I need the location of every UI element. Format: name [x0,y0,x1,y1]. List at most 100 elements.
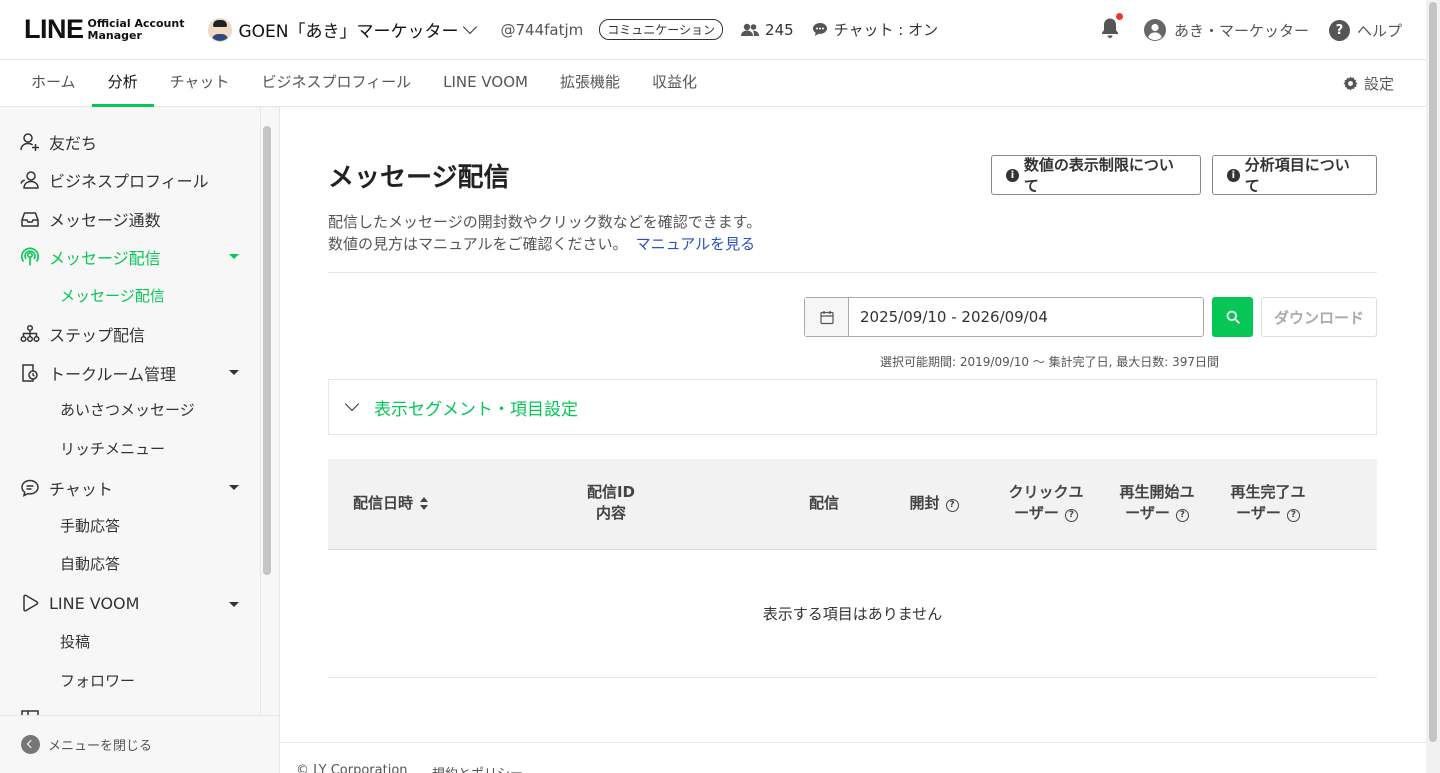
info-icon: i [1227,168,1240,182]
sidebar-item-label: チャット [49,480,113,499]
sidebar-item-label: 友だち [49,134,98,153]
column-header-delivery: 配信 [808,494,839,512]
gear-icon [1343,75,1358,91]
info-icon: i [1006,168,1019,182]
caret-down-icon[interactable] [229,602,239,607]
sidebar-subitem-auto-reply[interactable]: 自動応答 [60,553,120,574]
page-title: メッセージ配信 [328,163,510,193]
room-icon [20,363,40,383]
caret-down-icon[interactable] [229,254,239,259]
display-limit-info-button[interactable]: i 数値の表示制限について [991,155,1201,195]
nav-tab-monetization[interactable]: 収益化 [636,60,713,106]
description-line-1: 配信したメッセージの開封数やクリック数などを確認できます。 [328,213,762,231]
nav-tab-extensions[interactable]: 拡張機能 [544,60,636,106]
account-type-badge: コミュニケーション [599,19,724,40]
sidebar-item-chat[interactable]: チャット [20,476,113,500]
caret-down-icon[interactable] [229,370,239,375]
column-click-label-1: クリックユ [1008,483,1084,501]
sidebar-subitem-message-delivery[interactable]: メッセージ配信 [60,285,165,306]
segment-settings-toggle[interactable]: 表示セグメント・項目設定 [328,379,1377,435]
download-button[interactable]: ダウンロード [1261,297,1377,337]
friends-count-value: 245 [765,20,794,39]
settings-label: 設定 [1363,74,1394,93]
column-play-start-label-1: 再生開始ユ [1119,483,1195,501]
sidebar-divider [260,107,261,715]
display-limit-label: 数値の表示制限について [1023,156,1174,195]
sidebar-subitem-manual-reply[interactable]: 手動応答 [60,515,120,536]
section-divider [328,272,1377,273]
close-menu-label: メニューを閉じる [48,739,153,754]
help-question-icon[interactable]: ? [945,499,959,512]
sidebar-item-business-profile[interactable]: ビジネスプロフィール [20,168,209,192]
empty-table-message: 表示する項目はありません [328,550,1377,678]
help-question-icon[interactable]: ? [1175,509,1189,522]
main-content: メッセージ配信 i 数値の表示制限について i 分析項目について 配信したメッセ… [280,107,1426,773]
sidebar-subitem-greeting[interactable]: あいさつメッセージ [60,399,195,420]
calendar-icon[interactable] [805,298,849,336]
sidebar-item-line-voom[interactable]: LINE VOOM [20,593,139,613]
inbox-icon [20,209,40,229]
help-question-icon[interactable]: ? [1286,509,1300,522]
sidebar-item-label: ステップ配信 [49,326,146,345]
page-scrollbar-thumb[interactable] [1429,2,1437,742]
nav-tab-business-profile[interactable]: ビジネスプロフィール [245,60,427,106]
account-id: @744fatjm [500,20,584,39]
date-range-picker[interactable]: 2025/09/10 - 2026/09/04 [804,297,1204,337]
sidebar-item-talk-room[interactable]: トークルーム管理 [20,361,176,385]
sidebar-item-label: メッセージ配信 [49,249,161,268]
column-open-label: 開封 [909,494,940,512]
settings-link[interactable]: 設定 [1343,60,1394,106]
column-header-id: 配信ID 内容 [561,482,661,524]
account-switcher[interactable]: GOEN「あき」マーケッター [208,17,477,42]
sort-icon[interactable] [420,497,429,510]
user-menu[interactable]: あき・マーケッター [1143,19,1309,41]
sidebar-item-step-delivery[interactable]: ステップ配信 [20,322,145,346]
sidebar-item-label: トークルーム管理 [49,365,177,384]
column-header-date[interactable]: 配信日時 [353,493,429,514]
nav-tab-home[interactable]: ホーム [15,60,92,106]
sidebar-item-message-count[interactable]: メッセージ通数 [20,207,161,231]
caret-down-icon[interactable] [229,485,239,490]
nav-tab-chat[interactable]: チャット [154,60,246,106]
analysis-items-info-button[interactable]: i 分析項目について [1212,155,1377,195]
column-play-end-label-2: ーザー [1236,504,1281,522]
help-question-icon[interactable]: ? [1064,509,1078,522]
top-header: LINE Official Account Manager GOEN「あき」マーケ… [0,0,1426,60]
account-avatar [208,17,233,42]
close-menu-button[interactable]: メニューを閉じる [0,715,279,773]
search-button[interactable] [1212,297,1253,337]
notification-bell[interactable] [1100,13,1123,43]
chat-status: チャット : オン [812,19,938,40]
manual-link[interactable]: マニュアルを見る [636,235,756,253]
description-line-2: 数値の見方はマニュアルをご確認ください。 [328,235,628,253]
column-id-label-1: 配信ID [586,483,636,501]
hierarchy-icon [20,324,40,344]
notification-dot [1115,13,1123,20]
nav-tab-analytics[interactable]: 分析 [91,60,154,107]
sidebar-scrollbar[interactable] [263,126,271,575]
column-play-start-label-2: ーザー [1125,504,1170,522]
sidebar-subitem-follower[interactable]: フォロワー [60,670,135,691]
chevron-down-icon [462,19,477,34]
chevron-down-icon [344,396,360,412]
sidebar-item-message-delivery[interactable]: メッセージ配信 [20,245,161,269]
sidebar-item-label: ビジネスプロフィール [49,172,209,191]
column-header-play-start: 再生開始ユ ーザー? [1111,482,1203,524]
column-header-click-users: クリックユ ーザー? [1000,482,1092,524]
sidebar-subitem-post[interactable]: 投稿 [60,631,90,652]
sidebar-item-friends[interactable]: 友だち [20,130,97,154]
column-play-end-label-1: 再生完了ユ [1230,483,1306,501]
column-header-play-complete: 再生完了ユ ーザー? [1222,482,1314,524]
logo-line-text: LINE [24,14,84,44]
nav-tab-line-voom[interactable]: LINE VOOM [427,60,544,106]
page-footer: © LY Corporation 規約とポリシー [280,742,1426,773]
table-header: 配信日時 配信ID 内容 配信 開封? クリックユ ーザー? 再生開始ユ ーザー… [328,459,1377,550]
help-link[interactable]: ? ヘルプ [1328,19,1402,41]
page-description: 配信したメッセージの開封数やクリック数などを確認できます。 数値の見方はマニュア… [328,211,761,255]
policy-link[interactable]: 規約とポリシー [432,763,523,773]
sidebar-subitem-richmenu[interactable]: リッチメニュー [60,438,165,459]
date-range-value: 2025/09/10 - 2026/09/04 [860,308,1048,326]
line-oam-logo[interactable]: LINE Official Account Manager [24,14,184,45]
broadcast-icon [20,247,40,267]
main-nav: ホーム 分析 チャット ビジネスプロフィール LINE VOOM 拡張機能 収益… [0,60,1426,107]
